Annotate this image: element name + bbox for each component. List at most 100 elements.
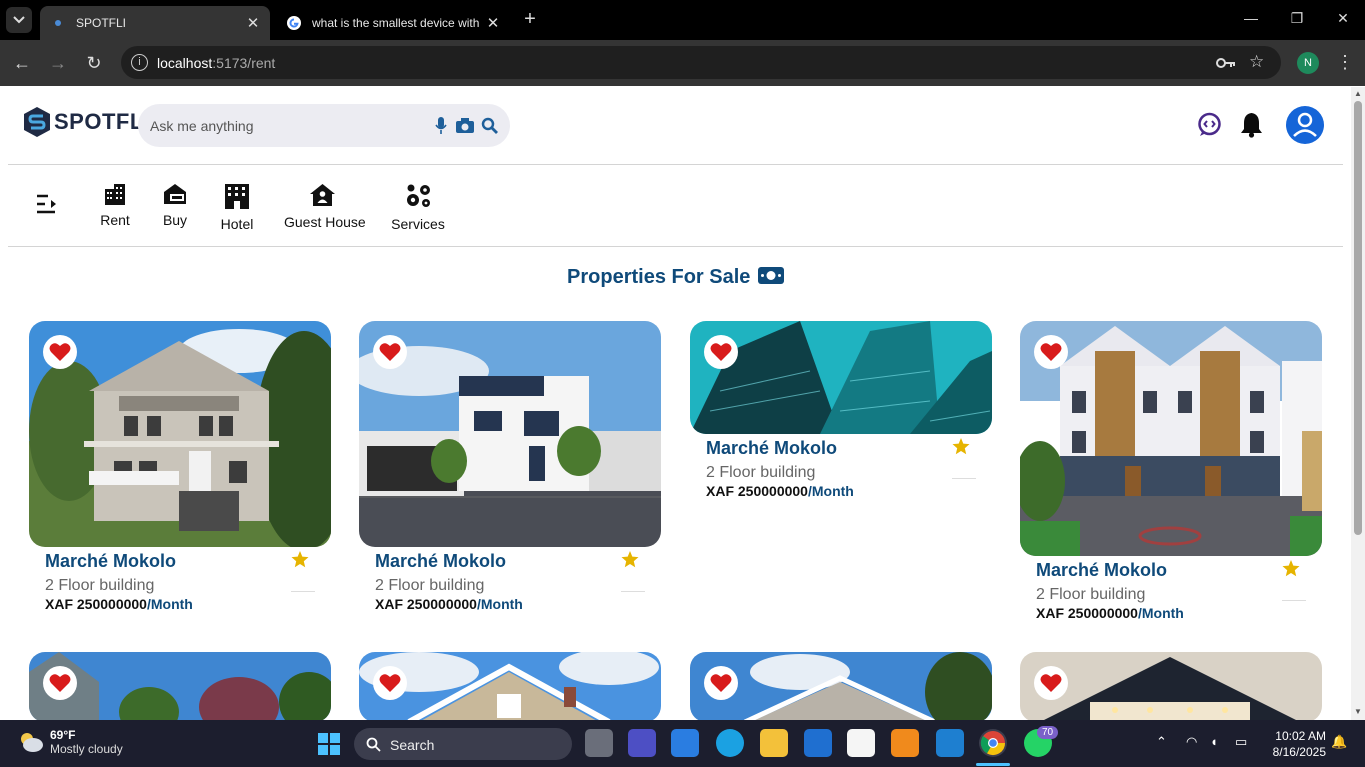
star-icon[interactable] <box>952 438 970 455</box>
file-explorer-icon[interactable] <box>760 729 788 757</box>
password-key-icon[interactable] <box>1216 56 1236 70</box>
favorite-button[interactable] <box>373 335 407 369</box>
property-name[interactable]: Marché Mokolo <box>706 438 837 459</box>
favorite-button[interactable] <box>43 335 77 369</box>
star-icon[interactable] <box>291 551 309 568</box>
star-icon[interactable] <box>621 551 639 568</box>
search-placeholder[interactable]: Ask me anything <box>150 118 254 134</box>
site-info-icon[interactable]: i <box>131 54 148 71</box>
scrollbar-thumb[interactable] <box>1354 101 1362 535</box>
search-bar[interactable]: Ask me anything <box>138 104 510 147</box>
category-services[interactable]: Services <box>390 183 446 232</box>
chrome-icon[interactable] <box>979 729 1007 757</box>
category-buy[interactable]: Buy <box>160 183 190 228</box>
chevron-up-icon[interactable]: ⌃ <box>1156 734 1167 750</box>
menu-dots-icon[interactable]: ⋮ <box>1336 52 1354 72</box>
sidebar-toggle-icon[interactable] <box>35 193 58 215</box>
section-title: Properties For Sale <box>567 266 751 288</box>
google-icon <box>287 16 301 30</box>
heart-icon <box>379 343 401 361</box>
heart-icon <box>49 343 71 361</box>
taskbar-search-label: Search <box>390 737 435 753</box>
new-tab-button[interactable]: + <box>518 9 542 31</box>
property-card[interactable]: Marché Mokolo 2 Floor building XAF 25000… <box>359 321 661 621</box>
address-bar[interactable]: i localhost:5173/rent ☆ <box>121 46 1281 79</box>
capcut-icon[interactable] <box>847 729 875 757</box>
close-tab-icon[interactable]: ✕ <box>242 14 264 32</box>
close-tab-icon[interactable]: ✕ <box>482 14 504 32</box>
search-icon[interactable] <box>481 117 498 134</box>
price-amount: XAF 250000000 <box>706 483 808 499</box>
scroll-down-arrow-icon[interactable]: ▼ <box>1354 707 1362 716</box>
favorite-button[interactable] <box>704 666 738 700</box>
favorite-button[interactable] <box>43 666 77 700</box>
property-name[interactable]: Marché Mokolo <box>45 551 176 572</box>
property-card[interactable] <box>29 652 331 720</box>
microphone-icon[interactable] <box>435 117 447 134</box>
heart-icon <box>710 674 732 692</box>
back-arrow-icon[interactable]: ← <box>11 52 33 74</box>
property-name[interactable]: Marché Mokolo <box>1036 560 1167 581</box>
category-guest-house[interactable]: Guest House <box>284 183 366 230</box>
search-icon <box>366 737 381 752</box>
meet-icon[interactable] <box>628 729 656 757</box>
mail-icon[interactable] <box>804 729 832 757</box>
property-card[interactable]: Marché Mokolo 2 Floor building XAF 25000… <box>1020 321 1322 631</box>
chat-bot-icon[interactable] <box>1197 112 1222 137</box>
property-price: XAF 250000000/Month <box>706 483 854 499</box>
property-image[interactable] <box>690 321 992 434</box>
house-money-icon <box>164 184 186 204</box>
restore-icon[interactable]: ❐ <box>1287 10 1307 27</box>
property-card[interactable]: Marché Mokolo 2 Floor building XAF 25000… <box>690 321 992 511</box>
scroll-up-arrow-icon[interactable]: ▲ <box>1354 89 1362 98</box>
forward-arrow-icon[interactable]: → <box>47 52 69 74</box>
speaker-icon[interactable]: ◖ <box>1210 734 1218 749</box>
property-name[interactable]: Marché Mokolo <box>375 551 506 572</box>
favorite-button[interactable] <box>704 335 738 369</box>
favorite-button[interactable] <box>373 666 407 700</box>
price-amount: XAF 250000000 <box>375 596 477 612</box>
category-label: Hotel <box>220 216 254 232</box>
page-scrollbar[interactable]: ▲ ▼ <box>1351 87 1365 720</box>
category-rent[interactable]: Rent <box>100 183 130 228</box>
tab-spotfli[interactable]: SPOTFLI ✕ <box>40 6 270 40</box>
category-label: Services <box>391 216 445 232</box>
store-icon[interactable] <box>671 729 699 757</box>
property-card[interactable]: Marché Mokolo 2 Floor building XAF 25000… <box>29 321 331 621</box>
spotfli-logo[interactable]: SPOTFLI <box>22 106 150 138</box>
minimize-icon[interactable]: — <box>1241 10 1261 26</box>
property-price: XAF 250000000/Month <box>45 596 193 612</box>
property-card[interactable] <box>1020 652 1322 720</box>
windows-start-icon[interactable] <box>318 733 340 755</box>
vlc-icon[interactable] <box>891 729 919 757</box>
taskbar-search[interactable]: Search <box>354 728 572 760</box>
wifi-icon[interactable]: ◠ <box>1186 734 1197 750</box>
card-divider <box>1282 600 1306 601</box>
bell-icon[interactable] <box>1240 112 1263 138</box>
url-text[interactable]: localhost:5173/rent <box>157 55 275 71</box>
favorite-button[interactable] <box>1034 666 1068 700</box>
property-description: 2 Floor building <box>706 464 816 481</box>
bookmark-star-icon[interactable]: ☆ <box>1249 52 1264 72</box>
star-icon[interactable] <box>1282 560 1300 577</box>
notification-bell-icon[interactable]: 🔔 <box>1331 734 1347 750</box>
property-card[interactable] <box>359 652 661 720</box>
tab-google-search[interactable]: what is the smallest device with ✕ <box>276 6 510 40</box>
logo-text: SPOTFLI <box>54 109 151 134</box>
property-card[interactable] <box>690 652 992 720</box>
favorite-button[interactable] <box>1034 335 1068 369</box>
close-window-icon[interactable]: ✕ <box>1333 10 1353 27</box>
user-avatar-icon[interactable] <box>1286 106 1324 144</box>
edge-icon[interactable] <box>716 729 744 757</box>
profile-avatar[interactable]: N <box>1297 52 1319 74</box>
category-hotel[interactable]: Hotel <box>220 183 254 232</box>
battery-icon[interactable]: ▭ <box>1235 734 1247 750</box>
task-view-icon[interactable] <box>585 729 613 757</box>
reload-icon[interactable]: ↻ <box>83 52 105 74</box>
vscode-icon[interactable] <box>936 729 964 757</box>
guest-house-icon <box>309 184 335 206</box>
weather-widget[interactable]: 69°F Mostly cloudy <box>18 728 123 756</box>
tab-search-button[interactable] <box>6 7 32 33</box>
camera-icon[interactable] <box>456 118 474 133</box>
clock[interactable]: 10:02 AM 8/16/2025 <box>1262 728 1326 760</box>
